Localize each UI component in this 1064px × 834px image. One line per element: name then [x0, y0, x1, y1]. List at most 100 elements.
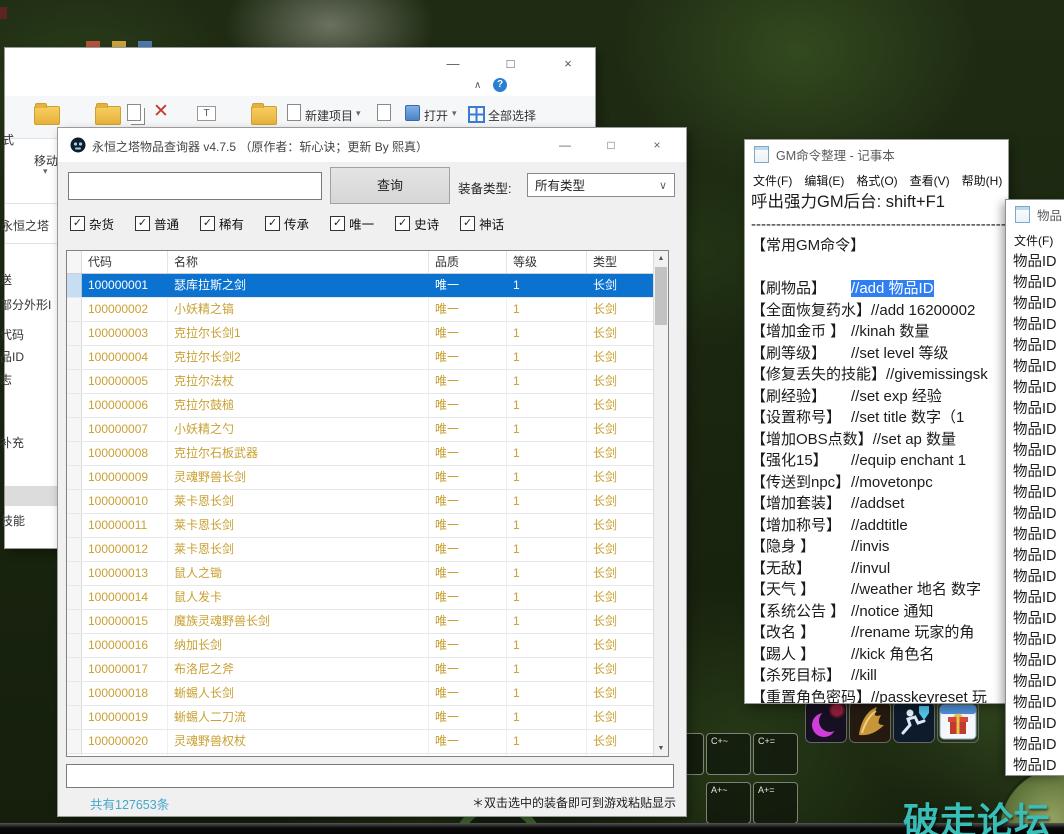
menu-item[interactable]: 编辑(E) [804, 172, 844, 189]
table-row[interactable]: 100000001瑟库拉斯之剑唯一1长剑 [67, 274, 668, 298]
rename-icon[interactable]: T [197, 106, 216, 121]
table-row[interactable]: 100000015魔族灵魂野兽长剑唯一1长剑 [67, 610, 668, 634]
table-header-cell[interactable]: 品质 [429, 251, 507, 273]
table-row[interactable]: 100000010莱卡恩长剑唯一1长剑 [67, 490, 668, 514]
table-row[interactable]: 100000011莱卡恩长剑唯一1长剑 [67, 514, 668, 538]
equip-type-dropdown[interactable]: 所有类型 ∨ [527, 173, 675, 197]
ribbon-collapse-icon[interactable]: ∧ [474, 80, 481, 91]
notepad-title-bar[interactable]: GM命令整理 - 记事本 [745, 140, 1008, 168]
hotkey-slot[interactable]: A+~ [706, 782, 751, 824]
help-icon[interactable]: ? [493, 78, 507, 92]
notepad-content[interactable]: 呼出强力GM后台: shift+F1----------------------… [745, 192, 1008, 703]
golden-wings-skill-icon[interactable] [850, 702, 890, 742]
search-input[interactable] [68, 172, 322, 200]
hotkey-slot[interactable]: C+~ [706, 733, 751, 775]
checkbox-checked-icon[interactable]: ✓ [460, 216, 475, 231]
table-row[interactable]: 100000004克拉尔长剑2唯一1长剑 [67, 346, 668, 370]
table-row[interactable]: 100000006克拉尔鼓槌唯一1长剑 [67, 394, 668, 418]
table-row[interactable]: 100000012莱卡恩长剑唯一1长剑 [67, 538, 668, 562]
table-row[interactable]: 100000018蜥蜴人长剑唯一1长剑 [67, 682, 668, 706]
menu-item[interactable]: 查看(V) [910, 172, 950, 189]
query-close-button[interactable]: × [634, 138, 680, 152]
new-folder-icon[interactable] [251, 106, 277, 125]
checkbox-checked-icon[interactable]: ✓ [330, 216, 345, 231]
hotkey-slot[interactable]: A+= [753, 782, 798, 824]
menu-item[interactable]: 帮助(H) [962, 172, 1003, 189]
table-header-cell[interactable]: 类型 [587, 251, 655, 273]
filter-checkbox-史诗[interactable]: ✓史诗 [395, 214, 439, 233]
explorer-close-button[interactable]: × [553, 56, 583, 71]
table-row[interactable]: 100000021小妖精之单手锤唯一1长剑 [67, 754, 668, 755]
filter-checkbox-传承[interactable]: ✓传承 [265, 214, 309, 233]
row-margin-cell [67, 706, 82, 729]
query-maximize-button[interactable]: □ [588, 138, 634, 152]
item-window-title-bar[interactable]: 物品 [1006, 200, 1064, 228]
menu-item[interactable]: 文件(F) [753, 172, 792, 189]
item-id-content[interactable]: 物品ID物品ID物品ID物品ID物品ID物品ID物品ID物品ID物品ID物品ID… [1006, 252, 1064, 775]
table-row[interactable]: 100000014鼠人发卡唯一1长剑 [67, 586, 668, 610]
query-button[interactable]: 查询 [330, 167, 450, 204]
table-row[interactable]: 100000013鼠人之锄唯一1长剑 [67, 562, 668, 586]
move-to-icon[interactable] [34, 106, 60, 125]
properties-icon[interactable] [377, 104, 391, 121]
scroll-up-icon[interactable]: ▲ [654, 251, 668, 266]
table-row[interactable]: 100000009灵魂野兽长剑唯一1长剑 [67, 466, 668, 490]
filter-checkbox-普通[interactable]: ✓普通 [135, 214, 179, 233]
qat-icon-2[interactable] [112, 41, 126, 48]
new-item-button[interactable]: 新建项目 [305, 107, 353, 124]
scrollbar-thumb[interactable] [655, 267, 667, 325]
row-cell: 100000014 [82, 586, 168, 609]
checkbox-checked-icon[interactable]: ✓ [70, 216, 85, 231]
explorer-left-item[interactable]: 志 [0, 371, 12, 388]
explorer-left-item[interactable]: 永恒之塔 [1, 217, 49, 234]
filter-checkbox-唯一[interactable]: ✓唯一 [330, 214, 374, 233]
table-row[interactable]: 100000017布洛尼之斧唯一1长剑 [67, 658, 668, 682]
table-scrollbar[interactable]: ▲ ▼ [653, 251, 668, 756]
explorer-left-item[interactable]: 补充 [0, 434, 24, 451]
explorer-left-item[interactable]: 送 [0, 271, 12, 288]
table-row[interactable]: 100000005克拉尔法杖唯一1长剑 [67, 370, 668, 394]
crescent-moon-skill-icon[interactable] [806, 702, 846, 742]
checkbox-checked-icon[interactable]: ✓ [200, 216, 215, 231]
gift-box-icon[interactable] [938, 702, 978, 742]
table-row[interactable]: 100000008克拉尔石板武器唯一1长剑 [67, 442, 668, 466]
table-row[interactable]: 100000002小妖精之镐唯一1长剑 [67, 298, 668, 322]
sprint-runner-skill-icon[interactable] [894, 702, 934, 742]
copy-to-folder-icon[interactable] [95, 106, 121, 125]
explorer-left-item[interactable]: 部分外形I [0, 296, 51, 313]
explorer-minimize-button[interactable]: — [438, 56, 468, 71]
checkbox-checked-icon[interactable]: ✓ [135, 216, 150, 231]
query-title-bar[interactable]: 永恒之塔物品查询器 v4.7.5 （原作者：斩心诀；更新 By 熙真） — □ … [58, 128, 686, 162]
table-row[interactable]: 100000016纳加长剑唯一1长剑 [67, 634, 668, 658]
menu-item-file[interactable]: 文件(F) [1014, 232, 1053, 249]
qat-icon-1[interactable] [86, 41, 100, 48]
query-minimize-button[interactable]: — [542, 138, 588, 152]
filter-checkbox-稀有[interactable]: ✓稀有 [200, 214, 244, 233]
table-header-cell[interactable]: 名称 [168, 251, 429, 273]
select-all-button[interactable]: 全部选择 [488, 107, 536, 124]
open-button[interactable]: 打开 [424, 107, 448, 124]
delete-icon[interactable]: ✕ [153, 100, 169, 123]
scroll-down-icon[interactable]: ▼ [654, 741, 668, 756]
table-row[interactable]: 100000019蜥蜴人二刀流唯一1长剑 [67, 706, 668, 730]
table-header-cell[interactable]: 代码 [82, 251, 168, 273]
explorer-left-item[interactable]: 代码 [0, 326, 24, 343]
menu-item[interactable]: 格式(O) [856, 172, 897, 189]
table-header-cell[interactable]: 等级 [507, 251, 587, 273]
checkbox-checked-icon[interactable]: ✓ [265, 216, 280, 231]
copy-icon[interactable] [127, 104, 141, 121]
explorer-left-item[interactable]: 式 [2, 131, 14, 148]
explorer-maximize-button[interactable]: □ [496, 56, 526, 71]
table-row[interactable]: 100000007小妖精之勺唯一1长剑 [67, 418, 668, 442]
hotkey-slot[interactable]: C+= [753, 733, 798, 775]
explorer-left-item[interactable]: 技能 [1, 512, 25, 529]
row-cell: 唯一 [429, 298, 507, 321]
table-row[interactable]: 100000020灵魂野兽权杖唯一1长剑 [67, 730, 668, 754]
explorer-left-item[interactable]: 品ID [0, 348, 24, 365]
qat-icon-3[interactable] [138, 41, 152, 48]
result-output-box[interactable] [66, 764, 674, 788]
checkbox-checked-icon[interactable]: ✓ [395, 216, 410, 231]
filter-checkbox-杂货[interactable]: ✓杂货 [70, 214, 114, 233]
table-row[interactable]: 100000003克拉尔长剑1唯一1长剑 [67, 322, 668, 346]
filter-checkbox-神话[interactable]: ✓神话 [460, 214, 504, 233]
